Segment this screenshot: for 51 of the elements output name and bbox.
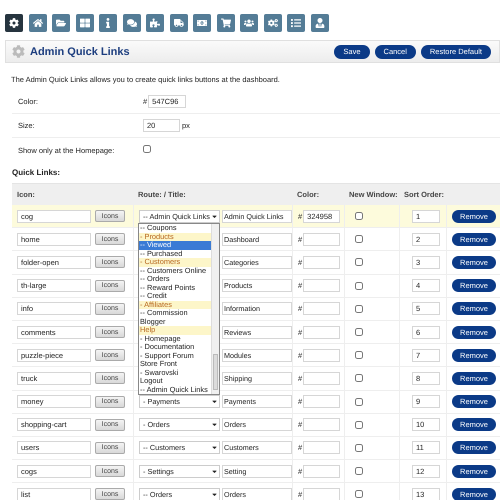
color-field[interactable] xyxy=(303,395,340,408)
color-field[interactable] xyxy=(303,418,340,432)
money-icon xyxy=(197,18,207,28)
new-window-checkbox[interactable] xyxy=(355,467,363,476)
new-window-checkbox[interactable] xyxy=(355,212,363,220)
info-icon xyxy=(103,18,113,28)
new-window-checkbox[interactable] xyxy=(355,258,363,266)
color-field[interactable] xyxy=(303,348,340,362)
color-field[interactable] xyxy=(303,372,340,385)
page-title: Admin Quick Links xyxy=(30,46,131,58)
color-field[interactable] xyxy=(303,256,340,269)
color-field[interactable] xyxy=(303,232,340,246)
caret-icon xyxy=(211,468,218,475)
new-window-checkbox[interactable] xyxy=(355,444,363,452)
comments-icon xyxy=(126,18,136,28)
settings-icon xyxy=(12,45,25,58)
grid-icon xyxy=(80,18,90,28)
scrollbar[interactable] xyxy=(211,224,219,394)
toolbar-button[interactable] xyxy=(5,14,23,32)
new-window-checkbox[interactable] xyxy=(355,235,363,244)
new-window-checkbox[interactable] xyxy=(355,420,363,429)
gears-icon xyxy=(268,18,278,28)
cart-icon xyxy=(220,18,230,28)
home-icon xyxy=(32,18,42,28)
user-icon xyxy=(314,18,324,28)
section-title: Quick Links: xyxy=(12,167,62,179)
caret-icon xyxy=(211,444,218,452)
caret-icon xyxy=(211,421,218,428)
settings-icon xyxy=(9,18,19,28)
caret-icon xyxy=(211,212,218,220)
color-field[interactable] xyxy=(303,326,340,339)
folder-icon xyxy=(56,18,66,28)
new-window-checkbox[interactable] xyxy=(355,282,363,290)
truck-icon xyxy=(174,18,184,28)
color-field[interactable] xyxy=(303,279,340,292)
color-field[interactable] xyxy=(303,488,340,500)
caret-icon xyxy=(211,398,218,406)
puzzle-icon xyxy=(150,18,160,28)
color-field[interactable] xyxy=(303,441,340,454)
color-field[interactable] xyxy=(303,464,340,478)
new-window-checkbox[interactable] xyxy=(355,328,363,336)
users-icon xyxy=(244,18,254,28)
new-window-checkbox[interactable] xyxy=(355,374,363,382)
caret-icon xyxy=(211,490,218,498)
new-window-checkbox[interactable] xyxy=(355,304,363,313)
new-window-checkbox[interactable] xyxy=(355,398,363,406)
color-field[interactable] xyxy=(303,302,340,316)
homepage-checkbox[interactable] xyxy=(143,145,151,153)
new-window-checkbox[interactable] xyxy=(355,351,363,360)
list-icon xyxy=(291,18,301,28)
new-window-checkbox[interactable] xyxy=(355,490,363,498)
